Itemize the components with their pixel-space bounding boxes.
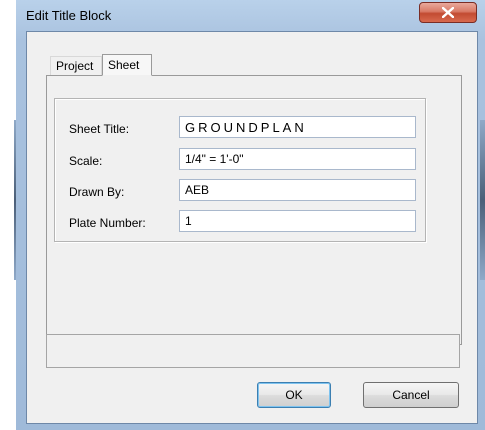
tab-sheet[interactable]: Sheet bbox=[102, 54, 152, 76]
scale-field[interactable] bbox=[179, 148, 416, 170]
close-x-icon bbox=[442, 7, 454, 18]
status-box bbox=[46, 334, 460, 368]
tab-panel-sheet: Sheet Title: Scale: Drawn By: Plate Numb… bbox=[46, 75, 462, 345]
sheet-title-field[interactable] bbox=[179, 116, 416, 138]
scale-label: Scale: bbox=[69, 154, 103, 168]
dialog-client-area: Project Sheet Sheet Title: Scale: Drawn … bbox=[26, 31, 478, 424]
drawn-by-label: Drawn By: bbox=[69, 185, 125, 199]
plate-number-label: Plate Number: bbox=[69, 216, 146, 230]
close-button[interactable] bbox=[419, 2, 477, 23]
plate-number-field[interactable] bbox=[179, 210, 416, 232]
cancel-button[interactable]: Cancel bbox=[363, 382, 459, 408]
window-shadow-right bbox=[480, 120, 485, 280]
title-bar[interactable]: Edit Title Block bbox=[16, 0, 485, 30]
drawn-by-field[interactable] bbox=[179, 179, 416, 201]
window-title: Edit Title Block bbox=[26, 8, 112, 23]
ok-button[interactable]: OK bbox=[257, 382, 331, 408]
sheet-fields-group: Sheet Title: Scale: Drawn By: Plate Numb… bbox=[54, 98, 426, 242]
tab-project[interactable]: Project bbox=[50, 56, 102, 76]
sheet-title-label: Sheet Title: bbox=[69, 122, 130, 136]
